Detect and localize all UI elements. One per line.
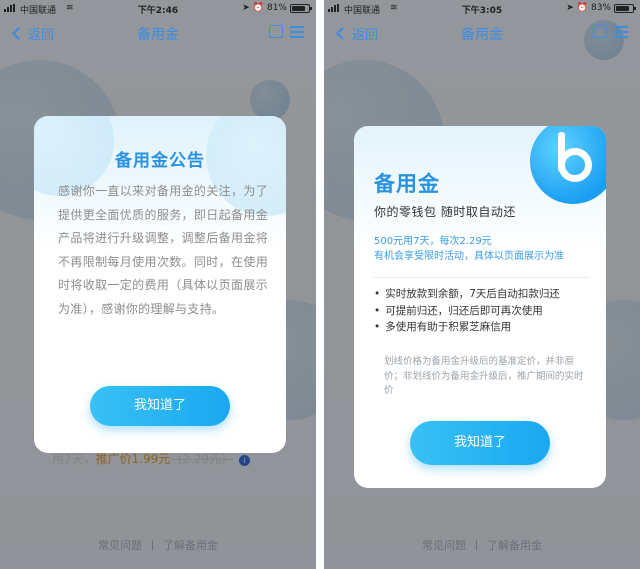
promo-line: 500元用7天，每次2.29元 <box>374 236 492 247</box>
dialog-title: 备用金 <box>374 172 440 196</box>
menu-icon[interactable] <box>614 26 628 38</box>
status-bar: 中国联通 ≋ 下午2:46 ➤ ⏰ 81% <box>0 0 316 18</box>
dialog-title: 备用金公告 <box>115 151 205 171</box>
share-icon[interactable] <box>593 25 607 38</box>
share-icon[interactable] <box>269 25 283 38</box>
nav-bar: 返回 备用金 <box>0 18 316 48</box>
dialog-subtitle: 你的零钱包 随时取自动还 <box>374 205 516 219</box>
nav-bar: 返回 备用金 <box>324 18 640 48</box>
location-icon: ➤ <box>242 3 250 13</box>
alarm-icon: ⏰ <box>252 3 264 13</box>
phone-screen-left: 用7天，推广价1.99元（2.29元） i 常见问题 了解备用金 中国联通 ≋ 下午… <box>0 0 316 569</box>
location-icon: ➤ <box>566 3 574 13</box>
pricing-note: 划线价格为备用金升级后的基准定价，并非原价；非划线价为备用金升级后，推广期间的实… <box>384 356 584 396</box>
promo-text: 500元用7天，每次2.29元 有机会享受限时活动，具体以页面展示为准 <box>374 234 564 264</box>
battery-percent: 83% <box>590 3 611 13</box>
phone-screen-right: 常见问题 了解备用金 中国联通 ≋ 下午3:05 ➤ ⏰ 83% 返回 备用金 备… <box>324 0 640 569</box>
battery-icon <box>290 3 312 13</box>
feature-item: 实时放款到余额，7天后自动扣款归还 <box>374 286 596 303</box>
promo-line: 有机会享受限时活动，具体以页面展示为准 <box>374 251 564 262</box>
menu-icon[interactable] <box>290 26 304 38</box>
status-bar: 中国联通 ≋ 下午3:05 ➤ ⏰ 83% <box>324 0 640 18</box>
feature-item: 多使用有助于积累芝麻信用 <box>374 319 596 336</box>
feature-list: 实时放款到余额，7天后自动扣款归还 可提前归还，归还后即可再次使用 多使用有助于… <box>374 286 596 336</box>
acknowledge-button[interactable]: 我知道了 <box>410 421 550 465</box>
battery-icon <box>614 3 636 13</box>
beiyongjin-logo-icon <box>530 126 606 204</box>
acknowledge-button[interactable]: 我知道了 <box>90 386 230 426</box>
battery-percent: 81% <box>266 3 287 13</box>
divider <box>374 277 590 278</box>
product-intro-dialog: 备用金 你的零钱包 随时取自动还 500元用7天，每次2.29元 有机会享受限时… <box>354 126 606 488</box>
announcement-dialog: 备用金公告 感谢你一直以来对备用金的关注，为了提供更全面优质的服务，即日起备用金… <box>34 116 286 453</box>
feature-item: 可提前归还，归还后即可再次使用 <box>374 303 596 320</box>
dialog-body: 感谢你一直以来对备用金的关注，为了提供更全面优质的服务，即日起备用金产品将进行升… <box>58 184 268 316</box>
alarm-icon: ⏰ <box>576 3 588 13</box>
